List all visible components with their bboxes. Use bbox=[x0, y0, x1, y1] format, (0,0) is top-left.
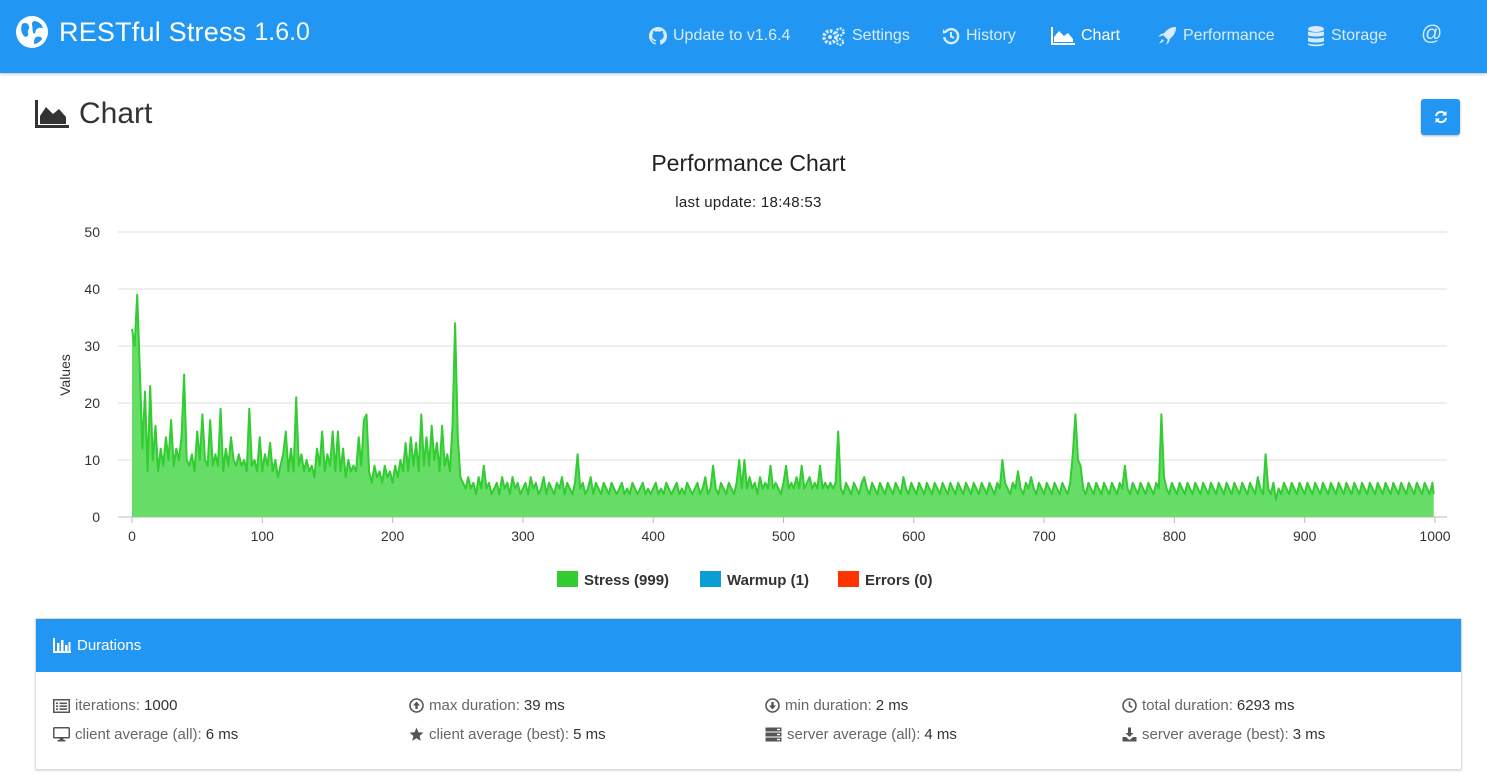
nav-performance-label: Performance bbox=[1183, 27, 1275, 44]
stat-client-average-best: client average (best): 5 ms bbox=[409, 726, 606, 743]
durations-title: Durations bbox=[77, 637, 142, 654]
x-tick-label: 800 bbox=[1163, 528, 1187, 544]
stat-value: 5 ms bbox=[573, 726, 606, 743]
x-tick-label: 1000 bbox=[1419, 528, 1450, 544]
nav-history[interactable]: History bbox=[942, 24, 1016, 48]
rocket-icon bbox=[1158, 27, 1176, 45]
arrow-up-circle-icon bbox=[409, 698, 424, 713]
nav-chart-label: Chart bbox=[1081, 27, 1121, 44]
stat-iterations: iterations: 1000 bbox=[53, 697, 177, 714]
x-tick-label: 0 bbox=[128, 528, 136, 544]
legend-swatch bbox=[838, 571, 859, 587]
stat-value: 39 ms bbox=[523, 697, 565, 714]
nav-settings[interactable]: Settings bbox=[822, 24, 910, 48]
y-tick-label: 10 bbox=[84, 452, 100, 468]
y-tick-label: 0 bbox=[92, 509, 100, 525]
stat-value: 1000 bbox=[144, 697, 178, 714]
refresh-icon bbox=[1434, 110, 1447, 124]
x-tick-label: 400 bbox=[642, 528, 666, 544]
y-tick-label: 50 bbox=[84, 224, 100, 240]
top-navbar: RESTful Stress 1.6.0 Update to v1.6.4 Se… bbox=[0, 0, 1487, 73]
x-tick-label: 700 bbox=[1032, 528, 1056, 544]
stat-server-average-all: server average (all): 4 ms bbox=[765, 726, 957, 743]
stat-max-duration: max duration: 39 ms bbox=[409, 697, 565, 714]
list-icon bbox=[53, 698, 70, 713]
gears-icon bbox=[822, 27, 845, 46]
stat-server-average-best: server average (best): 3 ms bbox=[1122, 726, 1325, 743]
server-icon bbox=[765, 727, 782, 742]
x-tick-label: 200 bbox=[381, 528, 405, 544]
nav-contact[interactable]: @ bbox=[1421, 22, 1442, 46]
stat-value: 4 ms bbox=[924, 726, 957, 743]
nav-storage-label: Storage bbox=[1331, 27, 1388, 44]
legend-label: Stress (999) bbox=[584, 572, 669, 589]
history-icon bbox=[942, 27, 960, 45]
bar-chart-icon bbox=[53, 638, 71, 653]
y-tick-label: 30 bbox=[84, 338, 100, 354]
nav-chart[interactable]: Chart bbox=[1051, 24, 1120, 48]
nav-storage[interactable]: Storage bbox=[1307, 24, 1387, 48]
stat-label: client average (best): bbox=[429, 726, 570, 743]
stat-value: 3 ms bbox=[1292, 726, 1326, 743]
stat-label: client average (all): bbox=[75, 726, 202, 743]
y-tick-label: 40 bbox=[84, 281, 100, 297]
x-tick-label: 100 bbox=[251, 528, 275, 544]
stat-label: iterations: bbox=[75, 697, 141, 714]
stat-total-duration: total duration: 6293 ms bbox=[1122, 697, 1294, 714]
y-axis-label: Values bbox=[57, 354, 73, 396]
legend-swatch bbox=[557, 571, 578, 587]
stat-label: min duration: bbox=[785, 697, 872, 714]
download-icon bbox=[1122, 727, 1137, 742]
desktop-icon bbox=[53, 727, 70, 742]
clock-icon bbox=[1122, 698, 1137, 713]
star-icon bbox=[409, 727, 424, 741]
stat-client-average-all: client average (all): 6 ms bbox=[53, 726, 238, 743]
x-tick-label: 500 bbox=[772, 528, 796, 544]
x-tick-label: 600 bbox=[902, 528, 926, 544]
nav-update-label: Update to v1.6.4 bbox=[673, 27, 791, 44]
page-title: Chart bbox=[35, 97, 152, 131]
legend-label: Warmup (1) bbox=[727, 572, 809, 589]
github-icon bbox=[649, 27, 667, 45]
chart-title: Performance Chart bbox=[651, 150, 846, 176]
legend-label: Errors (0) bbox=[865, 572, 933, 589]
x-tick-label: 300 bbox=[511, 528, 535, 544]
performance-chart: 010203040500 100 200 300 400 500 600 700 800 900 1… bbox=[57, 224, 1451, 589]
stat-label: server average (best): bbox=[1142, 726, 1289, 743]
nav-history-label: History bbox=[966, 27, 1016, 44]
area-chart-icon bbox=[1051, 27, 1075, 45]
chart-subtitle: last update: 18:48:53 bbox=[675, 194, 822, 211]
stat-label: server average (all): bbox=[787, 726, 921, 743]
database-icon bbox=[1308, 26, 1324, 47]
refresh-button[interactable] bbox=[1421, 99, 1460, 135]
main-nav: Update to v1.6.4 Settings History Chart … bbox=[0, 0, 1487, 73]
legend-swatch bbox=[700, 571, 721, 587]
stat-value: 6293 ms bbox=[1236, 697, 1295, 714]
x-tick-label: 900 bbox=[1293, 528, 1317, 544]
y-tick-label: 20 bbox=[84, 395, 100, 411]
stat-value: 2 ms bbox=[875, 697, 909, 714]
durations-panel: Durations bbox=[35, 618, 1462, 770]
stat-value: 6 ms bbox=[205, 726, 239, 743]
stat-label: max duration: bbox=[429, 697, 520, 714]
nav-performance[interactable]: Performance bbox=[1157, 24, 1275, 48]
at-icon: @ bbox=[1421, 22, 1443, 45]
nav-settings-label: Settings bbox=[852, 27, 910, 44]
stat-label: total duration: bbox=[1142, 697, 1233, 714]
nav-update[interactable]: Update to v1.6.4 bbox=[649, 24, 790, 48]
page-title-text: Chart bbox=[79, 97, 153, 130]
area-chart-icon bbox=[35, 100, 69, 128]
arrow-down-circle-icon bbox=[765, 698, 780, 713]
stat-min-duration: min duration: 2 ms bbox=[765, 697, 908, 714]
durations-panel-header: Durations bbox=[36, 619, 1461, 672]
